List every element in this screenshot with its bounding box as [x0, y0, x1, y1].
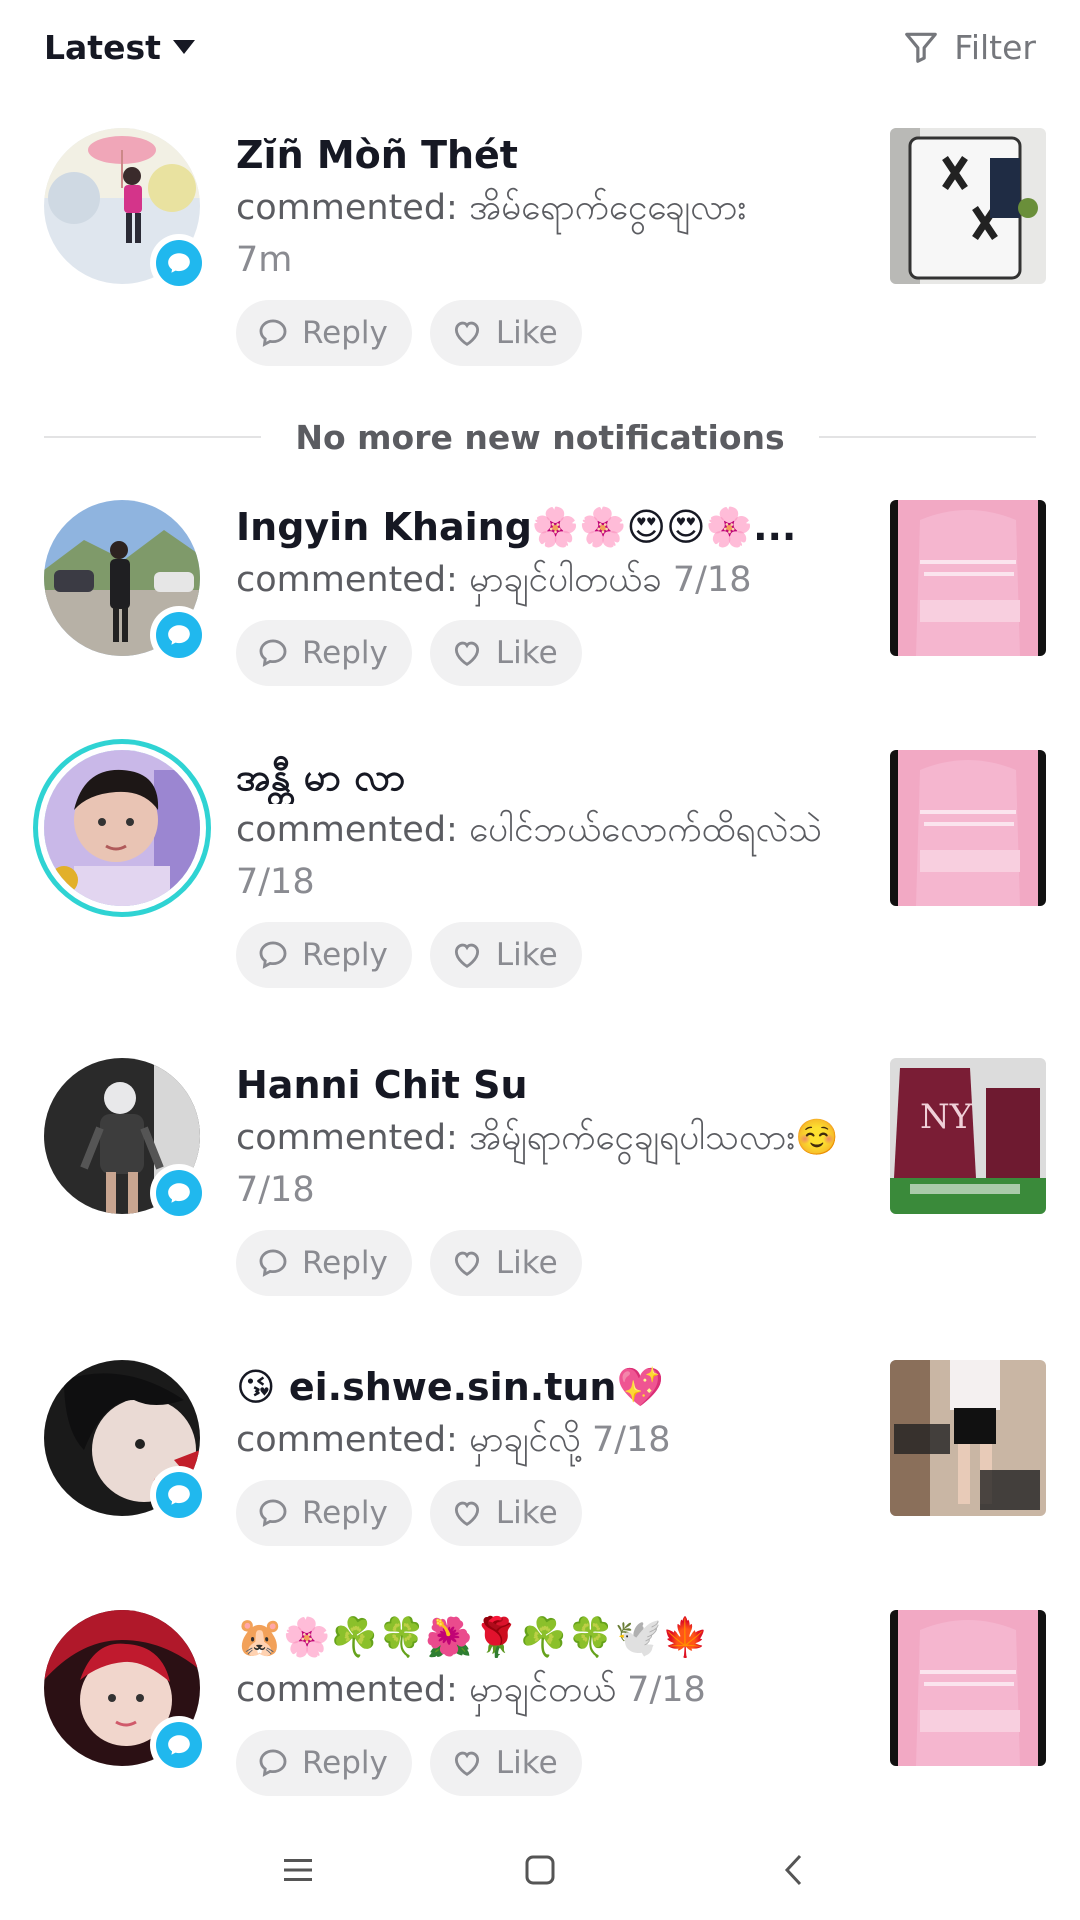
avatar[interactable]	[44, 128, 208, 292]
back-chevron-icon	[784, 1854, 802, 1886]
svg-text:NY: NY	[920, 1097, 973, 1137]
divider-line-left	[44, 436, 262, 438]
sort-label: Latest	[44, 27, 161, 67]
reply-label: Reply	[302, 315, 388, 351]
comment-body: commented: မှာချင်လို့	[236, 1420, 581, 1460]
reply-icon	[259, 1499, 287, 1527]
comment-badge-icon	[150, 234, 208, 292]
comment-text: commented: မှာချင်တယ် 7/18	[236, 1664, 856, 1716]
video-thumbnail[interactable]	[890, 128, 1046, 284]
back-button[interactable]	[764, 1842, 824, 1898]
like-button[interactable]: Like	[429, 922, 582, 988]
reply-label: Reply	[302, 937, 388, 973]
divider-line-right	[818, 436, 1037, 438]
avatar[interactable]	[44, 1058, 208, 1222]
reply-icon	[259, 1749, 287, 1777]
user-name[interactable]: Zĭñ Mòñ Thét	[236, 128, 856, 182]
caret-down-icon	[172, 40, 195, 54]
reply-label: Reply	[302, 635, 388, 671]
timestamp: 7/18	[591, 1420, 671, 1460]
timestamp: 7/18	[672, 560, 752, 600]
reply-label: Reply	[302, 1245, 388, 1281]
comment-text: commented: အိမ်ရောက်ငွေချေလား 7m	[236, 182, 856, 286]
like-button[interactable]: Like	[429, 1480, 582, 1546]
timestamp: 7/18	[627, 1670, 706, 1710]
reply-icon	[259, 639, 287, 667]
comment-badge-icon	[150, 1466, 208, 1524]
reply-button[interactable]: Reply	[236, 300, 412, 366]
square-icon	[525, 1855, 555, 1885]
heart-icon	[454, 641, 479, 666]
heart-icon	[454, 1501, 479, 1526]
reply-label: Reply	[302, 1745, 388, 1781]
like-label: Like	[495, 1745, 558, 1781]
reply-icon	[259, 319, 287, 347]
filter-label: Filter	[954, 27, 1036, 67]
comment-text: commented: အိမ်ျရာက်ငွေချရပါသလား☺️ 7/18	[236, 1112, 856, 1216]
menu-icon	[284, 1859, 312, 1881]
like-label: Like	[495, 635, 558, 671]
comment-body: commented: မှာချင်တယ်	[236, 1670, 617, 1710]
reply-button[interactable]: Reply	[236, 1480, 412, 1546]
video-thumbnail[interactable]: NY	[890, 1058, 1046, 1214]
timestamp: 7/18	[236, 1170, 315, 1210]
no-more-notifications-divider: No more new notifications	[44, 412, 1037, 462]
avatar-image-with-story-ring	[44, 750, 200, 906]
video-thumbnail[interactable]	[890, 500, 1046, 656]
comment-body: commented: မှာချင်ပါတယ်ခ	[236, 560, 662, 600]
comment-body: commented: ပေါင်ဘယ်လောက်ထိရလဲသဲ	[236, 810, 823, 850]
timestamp: 7/18	[236, 862, 315, 902]
avatar[interactable]	[44, 750, 200, 906]
top-bar: Latest Filter	[0, 0, 1080, 96]
filter-icon	[905, 32, 938, 63]
comment-text: commented: မှာချင်လို့ 7/18	[236, 1414, 856, 1466]
video-thumbnail[interactable]	[890, 1360, 1046, 1516]
user-name[interactable]: 😘 ei.shwe.sin.tun💖	[236, 1360, 856, 1414]
reply-button[interactable]: Reply	[236, 922, 412, 988]
home-button[interactable]	[510, 1842, 570, 1898]
user-name[interactable]: 🐹🌸☘️🍀🌺🌹☘️🍀🕊️🍁	[236, 1610, 856, 1664]
comment-text: commented: မှာချင်ပါတယ်ခ 7/18	[236, 554, 856, 606]
user-name[interactable]: အန္တီ မာ လာ	[236, 750, 856, 804]
like-label: Like	[495, 937, 558, 973]
comment-badge-icon	[150, 1164, 208, 1222]
reply-button[interactable]: Reply	[236, 1230, 412, 1296]
reply-button[interactable]: Reply	[236, 1730, 412, 1796]
reply-button[interactable]: Reply	[236, 620, 412, 686]
reply-label: Reply	[302, 1495, 388, 1531]
video-thumbnail[interactable]	[890, 1610, 1046, 1766]
user-name[interactable]: Hanni Chit Su	[236, 1058, 856, 1112]
like-label: Like	[495, 1495, 558, 1531]
recent-apps-button[interactable]	[268, 1842, 328, 1898]
like-label: Like	[495, 315, 558, 351]
comment-body: commented: အိမ်ျရာက်ငွေချရပါသလား☺️	[236, 1118, 839, 1158]
avatar[interactable]	[44, 500, 208, 664]
comment-text: commented: ပေါင်ဘယ်လောက်ထိရလဲသဲ 7/18	[236, 804, 856, 908]
comment-body: commented: အိမ်ရောက်ငွေချေလား	[236, 188, 747, 228]
video-thumbnail[interactable]	[890, 750, 1046, 906]
timestamp: 7m	[236, 240, 293, 280]
divider-text: No more new notifications	[295, 417, 785, 457]
like-button[interactable]: Like	[429, 1230, 582, 1296]
user-name[interactable]: Ingyin Khaing🌸🌸😍😍🌸...	[236, 500, 856, 554]
reply-icon	[259, 941, 287, 969]
comment-badge-icon	[150, 606, 208, 664]
reply-icon	[259, 1249, 287, 1277]
like-button[interactable]: Like	[429, 1730, 582, 1796]
like-button[interactable]: Like	[429, 300, 582, 366]
like-label: Like	[495, 1245, 558, 1281]
sort-dropdown[interactable]: Latest	[44, 22, 195, 72]
system-navigation-bar	[0, 1820, 1080, 1920]
like-button[interactable]: Like	[429, 620, 582, 686]
heart-icon	[454, 1751, 479, 1776]
comment-badge-icon	[150, 1716, 208, 1774]
heart-icon	[454, 943, 479, 968]
heart-icon	[454, 321, 479, 346]
avatar[interactable]	[44, 1360, 208, 1524]
avatar[interactable]	[44, 1610, 208, 1774]
heart-icon	[454, 1251, 479, 1276]
filter-button[interactable]: Filter	[902, 22, 1036, 72]
